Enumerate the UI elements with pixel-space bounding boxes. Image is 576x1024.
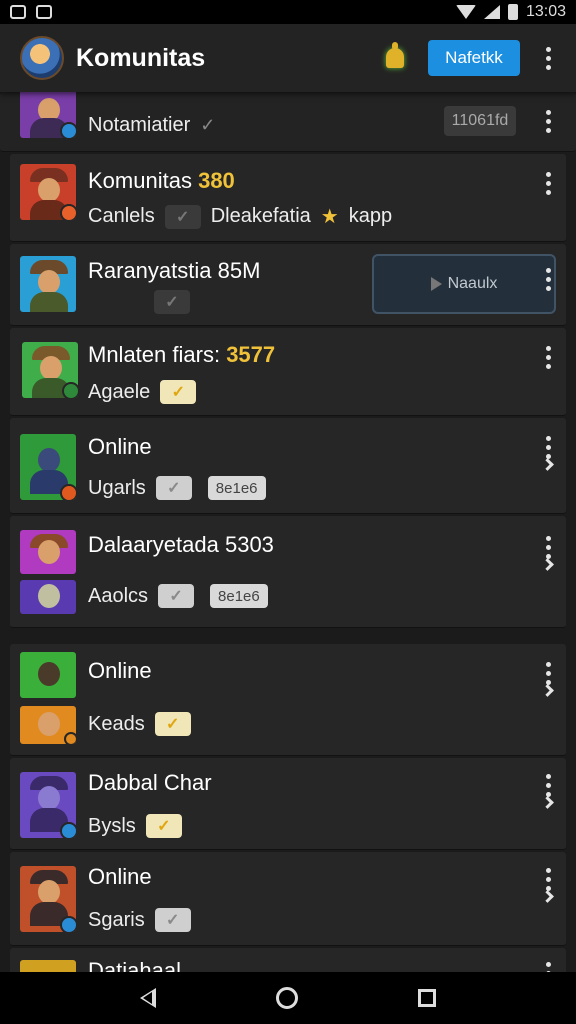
notification-bell-icon[interactable] bbox=[382, 42, 408, 74]
item-title: Online bbox=[88, 864, 152, 889]
item-subtitle: Keads bbox=[88, 712, 145, 735]
list-item[interactable]: Dalaaryetada 5303 Aaolcs ✓ 8e1e6 bbox=[10, 516, 566, 628]
battery-icon bbox=[507, 4, 518, 20]
item-pill[interactable]: 11061fd bbox=[444, 106, 516, 136]
play-icon bbox=[430, 277, 442, 291]
gallery-notification-icon bbox=[10, 5, 26, 19]
wifi-icon bbox=[455, 5, 476, 19]
list-item[interactable]: Raranyatstia 85M ✓ Naaulx bbox=[10, 244, 566, 326]
list-item[interactable]: Datiahaal bbox=[10, 948, 566, 972]
more-options-icon[interactable] bbox=[534, 110, 562, 133]
item-thumbnail bbox=[20, 164, 76, 220]
more-options-icon[interactable] bbox=[534, 962, 562, 972]
item-title: Notamiatier bbox=[88, 114, 191, 136]
item-tag: 8e1e6 bbox=[207, 476, 266, 500]
item-subtitle-3: kapp bbox=[348, 205, 393, 227]
chevron-right-icon[interactable] bbox=[541, 890, 554, 903]
list-item[interactable]: Online Keads ✓ bbox=[10, 644, 566, 756]
item-subtitle: Canlels bbox=[88, 205, 155, 227]
more-options-icon[interactable] bbox=[534, 536, 562, 559]
item-title: Dalaaryetada 5303 bbox=[88, 532, 274, 557]
more-options-icon[interactable] bbox=[534, 268, 562, 291]
more-options-icon[interactable] bbox=[534, 868, 562, 891]
item-count: 380 bbox=[198, 168, 235, 193]
more-options-icon[interactable] bbox=[534, 662, 562, 685]
check-icon: ✓ bbox=[200, 115, 216, 135]
chevron-right-icon[interactable] bbox=[541, 458, 554, 471]
item-title: Online bbox=[88, 434, 152, 459]
item-title: Mnlaten fiars: bbox=[88, 342, 221, 367]
check-chip[interactable]: ✓ bbox=[155, 476, 192, 500]
check-chip[interactable]: ✓ bbox=[164, 204, 201, 229]
status-badge-icon bbox=[60, 484, 76, 500]
item-title: Datiahaal bbox=[88, 958, 181, 972]
status-badge-icon bbox=[62, 382, 78, 398]
status-badge-icon bbox=[60, 204, 76, 220]
item-thumbnail bbox=[20, 256, 76, 312]
check-chip[interactable]: ✓ bbox=[145, 814, 182, 838]
item-tag: 8e1e6 bbox=[210, 584, 268, 608]
status-time: 13:03 bbox=[525, 3, 566, 20]
item-subtitle: Bysls bbox=[88, 814, 136, 837]
status-badge-icon bbox=[64, 732, 76, 744]
header-action-button[interactable]: Nafetkk bbox=[428, 40, 520, 76]
item-thumbnail bbox=[20, 866, 76, 932]
list-item[interactable]: Notamiatier ✓ 11061fd bbox=[0, 92, 576, 152]
item-secondary-thumbnail bbox=[20, 580, 76, 614]
item-action-button[interactable]: Naaulx bbox=[372, 254, 556, 314]
status-bar: 13:03 bbox=[0, 0, 576, 24]
chevron-right-icon[interactable] bbox=[541, 796, 554, 809]
item-thumbnail bbox=[20, 530, 76, 574]
check-chip[interactable]: ✓ bbox=[154, 712, 191, 736]
item-title: Komunitas bbox=[88, 168, 192, 193]
check-chip[interactable]: ✓ bbox=[154, 290, 190, 314]
list-item[interactable]: Online Sgaris ✓ bbox=[10, 852, 566, 946]
community-list: Notamiatier ✓ 11061fd Komunitas 380 Canl… bbox=[0, 92, 576, 972]
list-item[interactable]: Dabbal Char Bysls ✓ bbox=[10, 758, 566, 850]
item-title: Dabbal Char bbox=[88, 770, 212, 795]
check-chip[interactable]: ✓ bbox=[160, 380, 197, 404]
item-thumbnail bbox=[20, 960, 76, 972]
item-thumbnail bbox=[20, 92, 76, 138]
back-icon[interactable] bbox=[140, 988, 156, 1008]
status-badge-icon bbox=[60, 122, 76, 138]
app-bar: Komunitas Nafetkk bbox=[0, 24, 576, 92]
chevron-right-icon[interactable] bbox=[541, 558, 554, 571]
more-options-icon[interactable] bbox=[534, 774, 562, 797]
status-badge-icon bbox=[60, 822, 76, 838]
home-icon[interactable] bbox=[276, 987, 298, 1009]
item-count: 3577 bbox=[226, 342, 276, 367]
status-badge-icon bbox=[60, 916, 76, 932]
more-options-icon[interactable] bbox=[534, 436, 562, 459]
item-thumbnail bbox=[20, 434, 76, 500]
item-title: Raranyatstia 85M bbox=[88, 258, 261, 283]
item-subtitle: Ugarls bbox=[88, 476, 146, 499]
app-notification-icon bbox=[36, 5, 52, 19]
more-options-icon[interactable] bbox=[534, 346, 562, 369]
list-item[interactable]: Mnlaten fiars: 3577 Agaele ✓ bbox=[10, 328, 566, 416]
list-item[interactable]: Online Ugarls ✓ 8e1e6 bbox=[10, 418, 566, 514]
item-thumbnail bbox=[22, 342, 78, 398]
list-item[interactable]: Komunitas 380 Canlels ✓ Dleakefatia ★ ka… bbox=[10, 154, 566, 242]
page-title: Komunitas bbox=[76, 43, 206, 72]
item-title: Online bbox=[88, 658, 152, 683]
more-options-icon[interactable] bbox=[534, 172, 562, 195]
item-subtitle: Aaolcs bbox=[88, 584, 149, 607]
item-thumbnail bbox=[20, 772, 76, 838]
item-secondary-thumbnail bbox=[20, 706, 76, 744]
item-subtitle-2: Dleakefatia bbox=[210, 205, 311, 227]
item-subtitle: Agaele bbox=[88, 380, 151, 403]
check-chip[interactable]: ✓ bbox=[158, 584, 195, 608]
signal-icon bbox=[483, 5, 500, 19]
more-options-icon[interactable] bbox=[534, 46, 562, 70]
check-chip[interactable]: ✓ bbox=[154, 908, 191, 932]
profile-avatar[interactable] bbox=[20, 36, 64, 80]
item-subtitle: Sgaris bbox=[88, 908, 145, 931]
star-icon: ★ bbox=[320, 206, 339, 228]
item-thumbnail bbox=[20, 652, 76, 698]
recent-apps-icon[interactable] bbox=[418, 989, 436, 1007]
chevron-right-icon[interactable] bbox=[541, 684, 554, 697]
system-nav-bar bbox=[0, 972, 576, 1024]
